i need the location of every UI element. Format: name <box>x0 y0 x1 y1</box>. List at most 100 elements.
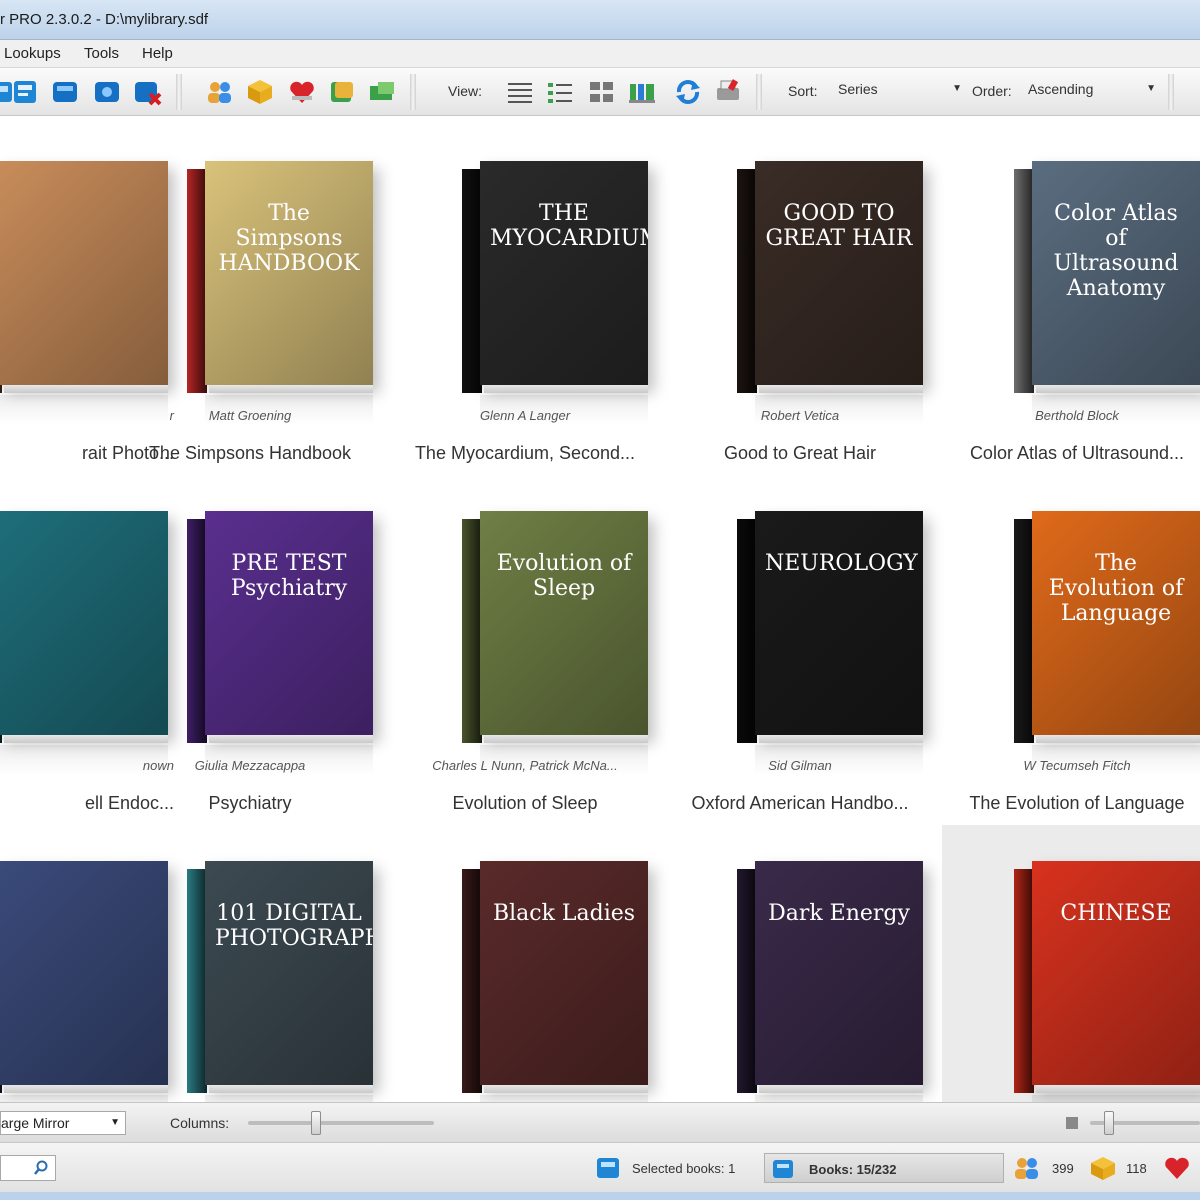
genres-icon <box>1162 1153 1192 1183</box>
book-cover-3d[interactable]: Evolution of Sleep <box>462 511 648 743</box>
book-cover-3d[interactable]: CHINESE <box>1014 861 1200 1093</box>
book-item[interactable]: GOOD TO GREAT HAIR Robert Vetica Good to G… <box>665 125 935 465</box>
book-item[interactable]: Dark Energy <box>665 825 935 1102</box>
print-icon[interactable] <box>712 76 744 108</box>
view-shelf-icon[interactable] <box>626 76 658 108</box>
book-pages <box>759 1085 923 1093</box>
book-reflection <box>480 1095 648 1102</box>
book-delete-icon[interactable] <box>132 76 164 108</box>
book-pages <box>209 1085 373 1093</box>
book-item[interactable]: Color Atlas of Ultrasound Anatomy Berthol… <box>942 125 1200 465</box>
book-spine <box>187 869 207 1093</box>
book-pages <box>484 1085 648 1093</box>
book-item[interactable]: NEUROLOGY Sid Gilman Oxford American Handb… <box>665 475 935 815</box>
zoom-slider-thumb[interactable] <box>1104 1111 1114 1135</box>
publishers-icon[interactable] <box>244 76 276 108</box>
view-mode-value: arge Mirror <box>1 1115 70 1131</box>
view-details-icon[interactable] <box>544 76 576 108</box>
book-spine <box>737 869 757 1093</box>
menu-tools[interactable]: Tools <box>84 45 119 62</box>
book-item[interactable]: CHINESE <box>942 825 1200 1102</box>
book-cover-image: 101 DIGITAL PHOTOGRAPHY <box>205 861 373 1085</box>
menu-lookups[interactable]: Lookups <box>4 45 61 62</box>
book-cover-3d[interactable]: PRE TEST Psychiatry <box>187 511 373 743</box>
book-cover-text: NEUROLOGY <box>765 551 918 576</box>
authors-icon <box>1012 1153 1042 1183</box>
columns-slider-thumb[interactable] <box>311 1111 321 1135</box>
book-cover-text: 101 DIGITAL PHOTOGRAPHY <box>215 901 373 951</box>
book-copy-icon[interactable] <box>50 76 82 108</box>
locations-icon[interactable] <box>366 76 398 108</box>
book-cover-text: Color Atlas of Ultrasound Anatomy <box>1053 201 1179 301</box>
book-cover-image: PRE TEST Psychiatry <box>205 511 373 735</box>
view-thumbnails-icon[interactable] <box>586 76 618 108</box>
book-cover-3d[interactable]: Dark Energy <box>737 861 923 1093</box>
book-pages <box>1036 735 1200 743</box>
book-author: Giulia Mezzacappa <box>194 758 306 773</box>
book-cover-text: The Evolution of Language <box>1048 551 1184 626</box>
book-item[interactable]: 101 DIGITAL PHOTOGRAPHY <box>115 825 385 1102</box>
window-bottom-border <box>0 1192 1200 1200</box>
search-icon <box>33 1160 49 1181</box>
book-cover-3d[interactable]: Black Ladies <box>462 861 648 1093</box>
book-item[interactable]: THE MYOCARDIUM Glenn A Langer The Myocardi… <box>390 125 660 465</box>
columns-slider-track[interactable] <box>248 1121 434 1125</box>
book-cover-image: NEUROLOGY <box>755 511 923 735</box>
genres-icon[interactable] <box>286 76 318 108</box>
book-cover-3d[interactable]: The Simpsons HANDBOOK <box>187 161 373 393</box>
book-pages <box>1036 1085 1200 1093</box>
book-author: W Tecumseh Fitch <box>1023 758 1131 773</box>
book-pages <box>209 735 373 743</box>
book-item[interactable]: Black Ladies <box>390 825 660 1102</box>
refresh-icon[interactable] <box>672 76 704 108</box>
book-cover-3d[interactable]: NEUROLOGY <box>737 511 923 743</box>
books-icon <box>771 1156 797 1182</box>
book-item[interactable]: Evolution of Sleep Charles L Nunn, Patric… <box>390 475 660 815</box>
chevron-down-icon: ▼ <box>110 1117 120 1128</box>
book-item[interactable]: PRE TEST Psychiatry Giulia Mezzacappa Psyc… <box>115 475 385 815</box>
book-cover-text: The Simpsons HANDBOOK <box>218 201 360 276</box>
sort-select[interactable]: Series ▼ <box>838 81 962 103</box>
book-title: Evolution of Sleep <box>452 793 598 813</box>
view-mode-select[interactable]: arge Mirror ▼ <box>0 1111 126 1135</box>
search-input[interactable] <box>0 1155 56 1181</box>
book-pages <box>209 385 373 393</box>
book-author: Matt Groening <box>208 408 292 423</box>
view-label: View: <box>448 83 482 99</box>
book-title: The Simpsons Handbook <box>148 443 352 463</box>
selected-books-count: Selected books: 1 <box>632 1161 736 1176</box>
book-cover-text: Dark Energy <box>768 901 910 926</box>
book-author: Berthold Block <box>1035 408 1119 423</box>
authors-count: 399 <box>1052 1161 1074 1176</box>
toolbar-separator <box>1168 74 1174 110</box>
publishers-count: 118 <box>1126 1161 1147 1176</box>
book-cover-3d[interactable]: GOOD TO GREAT HAIR <box>737 161 923 393</box>
book-group-icon[interactable] <box>92 76 124 108</box>
book-author: Charles L Nunn, Patrick McNa... <box>432 758 618 773</box>
book-cover-3d[interactable]: 101 DIGITAL PHOTOGRAPHY <box>187 861 373 1093</box>
menu-help[interactable]: Help <box>142 45 173 62</box>
book-spine <box>1014 869 1034 1093</box>
series-icon[interactable] <box>326 76 358 108</box>
view-list-icon[interactable] <box>504 76 536 108</box>
book-item[interactable]: The Evolution of Language W Tecumseh Fitc… <box>942 475 1200 815</box>
authors-icon[interactable] <box>204 76 236 108</box>
book-cover-text: Black Ladies <box>492 901 636 926</box>
book-spine <box>737 519 757 743</box>
book-cover-3d[interactable]: Color Atlas of Ultrasound Anatomy <box>1014 161 1200 393</box>
book-item[interactable]: The Simpsons HANDBOOK Matt Groening The Si… <box>115 125 385 465</box>
book-pages <box>759 385 923 393</box>
sort-label: Sort: <box>788 83 818 99</box>
book-cover-3d[interactable]: THE MYOCARDIUM <box>462 161 648 393</box>
order-select[interactable]: Ascending ▼ <box>1028 81 1156 103</box>
publishers-icon <box>1088 1153 1118 1183</box>
book-edit-icon[interactable] <box>10 76 42 108</box>
book-spine <box>187 519 207 743</box>
book-cover-image: CHINESE <box>1032 861 1200 1085</box>
book-reflection <box>1032 1095 1200 1102</box>
zoom-small-icon <box>1066 1117 1078 1129</box>
books-count: Books: 15/232 <box>809 1162 897 1177</box>
book-cover-image: The Simpsons HANDBOOK <box>205 161 373 385</box>
book-cover-3d[interactable]: The Evolution of Language <box>1014 511 1200 743</box>
toolbar: View: Sort: Series ▼ Order: Ascending ▼ <box>0 68 1200 116</box>
